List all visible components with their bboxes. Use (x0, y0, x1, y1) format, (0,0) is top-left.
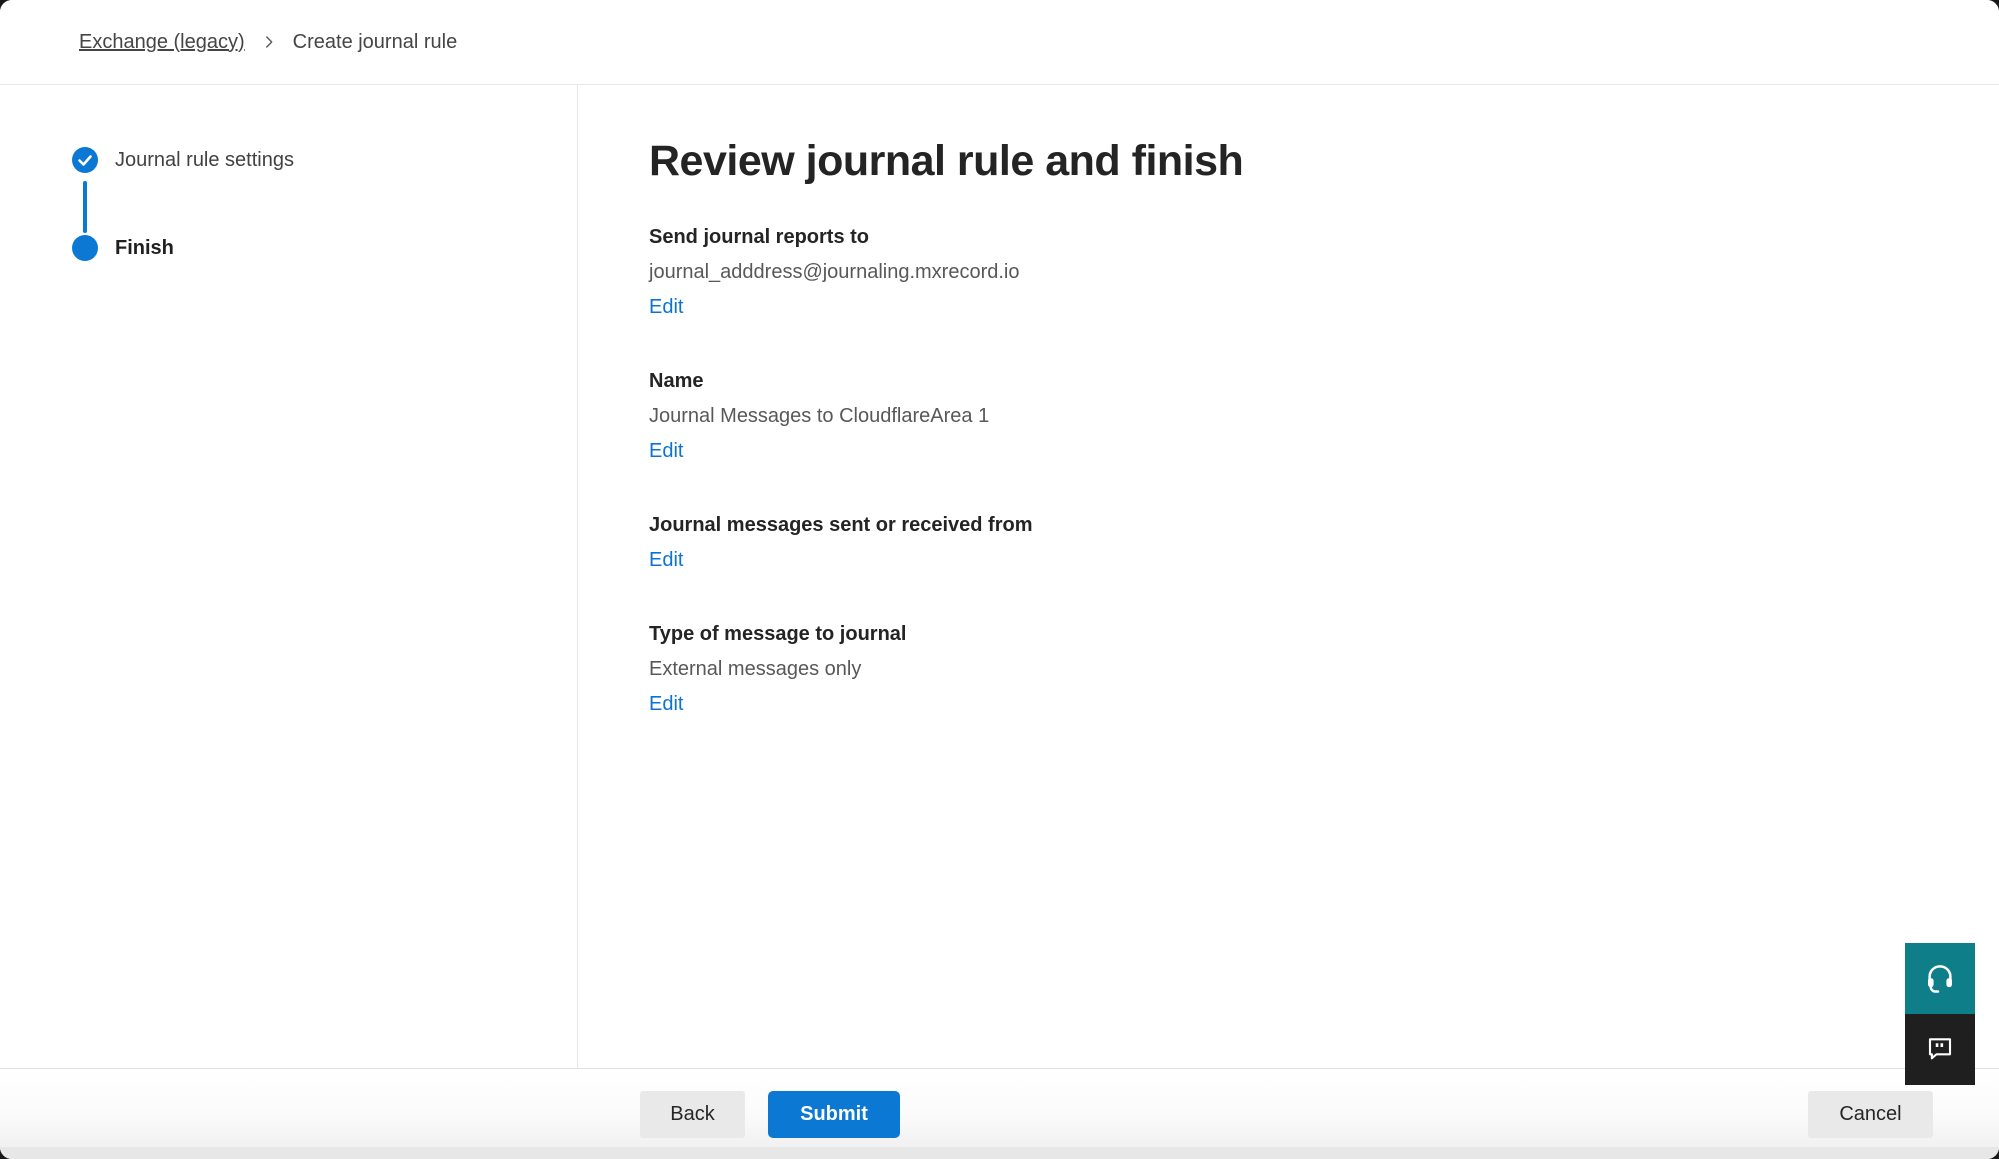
cancel-button[interactable]: Cancel (1808, 1091, 1933, 1138)
step-connector-line (83, 181, 87, 233)
wizard-step-label: Finish (115, 237, 174, 260)
wizard-step-rail: Journal rule settings Finish (0, 85, 578, 1068)
section-title: Type of message to journal (649, 621, 1939, 648)
wizard-step-label: Journal rule settings (115, 149, 294, 172)
section-title: Journal messages sent or received from (649, 512, 1939, 539)
help-button[interactable] (1905, 943, 1975, 1014)
journal-report-address-value: journal_adddress@journaling.mxrecord.io (649, 259, 1939, 286)
wizard-step-finish[interactable]: Finish (72, 235, 174, 261)
page-title: Review journal rule and finish (649, 137, 1939, 186)
edit-name-link[interactable]: Edit (649, 438, 683, 465)
message-type-value: External messages only (649, 656, 1939, 683)
section-title: Send journal reports to (649, 224, 1939, 251)
current-step-dot-icon (72, 235, 98, 261)
rule-name-value: Journal Messages to CloudflareArea 1 (649, 403, 1939, 430)
wizard-step-journal-rule-settings[interactable]: Journal rule settings (72, 147, 294, 173)
breadcrumb: Exchange (legacy) Create journal rule (79, 31, 457, 54)
review-section-name: Name Journal Messages to CloudflareArea … (649, 368, 1939, 465)
breadcrumb-link-exchange-legacy[interactable]: Exchange (legacy) (79, 31, 245, 54)
edit-send-journal-reports-link[interactable]: Edit (649, 294, 683, 321)
top-bar: Exchange (legacy) Create journal rule (0, 0, 1999, 85)
edit-message-type-link[interactable]: Edit (649, 691, 683, 718)
footer-action-bar: Back Submit Cancel (0, 1068, 1999, 1159)
review-section-send-journal-reports-to: Send journal reports to journal_adddress… (649, 224, 1939, 321)
create-journal-rule-wizard-window: Exchange (legacy) Create journal rule Jo… (0, 0, 1999, 1159)
submit-button[interactable]: Submit (768, 1091, 900, 1138)
chevron-right-icon (260, 33, 278, 51)
window-bottom-edge (0, 1147, 1999, 1159)
edit-scope-link[interactable]: Edit (649, 547, 683, 574)
section-title: Name (649, 368, 1939, 395)
back-button[interactable]: Back (640, 1091, 745, 1138)
feedback-button[interactable] (1905, 1014, 1975, 1085)
review-section-message-type: Type of message to journal External mess… (649, 621, 1939, 718)
floating-action-stack (1905, 943, 1975, 1085)
review-panel: Review journal rule and finish Send jour… (579, 85, 1999, 1068)
breadcrumb-current-page: Create journal rule (293, 31, 458, 54)
chat-bubble-icon (1925, 1033, 1955, 1066)
check-icon (72, 147, 98, 173)
review-section-journal-messages-scope: Journal messages sent or received from E… (649, 512, 1939, 574)
headset-icon (1924, 961, 1956, 996)
